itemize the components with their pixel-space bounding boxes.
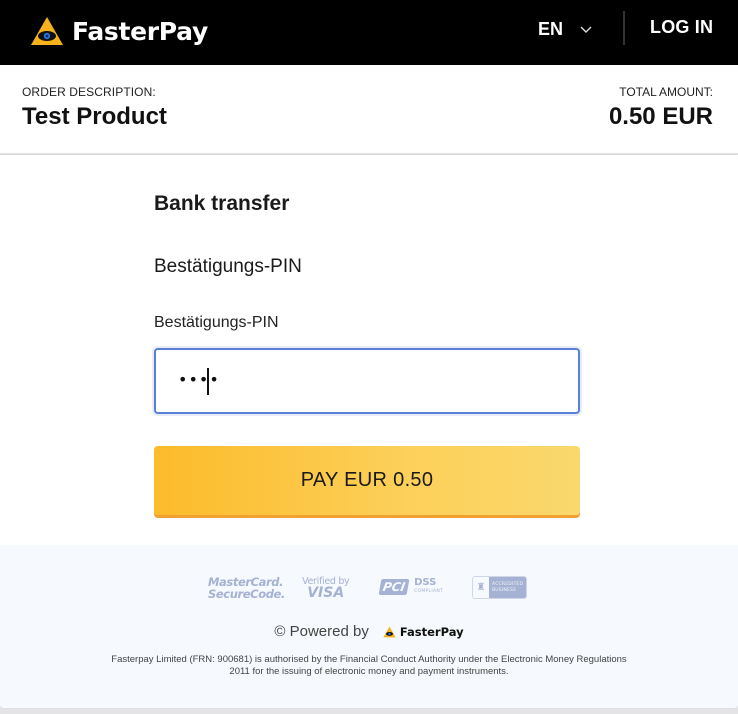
order-description-label: ORDER DESCRIPTION: [22,85,156,99]
security-badges: MasterCard. SecureCode. Verified by VISA… [0,575,738,603]
eye-triangle-icon [383,626,396,637]
payment-form: Bank transfer Bestätigungs-PIN Bestätigu… [0,155,738,545]
login-button[interactable]: LOG IN [650,17,713,38]
total-amount-value: 0.50 EUR [608,103,713,130]
brand-name: FasterPay [72,16,208,46]
pay-button[interactable]: PAY EUR 0.50 [154,446,580,515]
order-description-value: Test Product [22,103,167,130]
text-cursor [207,368,209,395]
mastercard-securecode-badge: MasterCard. SecureCode. [208,576,285,600]
dss-text: DSS COMPLIANT [414,578,443,596]
pin-field-label: Bestätigungs-PIN [154,314,279,331]
language-code: EN [538,18,564,39]
pin-section-heading: Bestätigungs-PIN [154,256,302,277]
pin-input[interactable]: •••• [154,348,580,414]
chevron-down-icon [580,26,592,33]
header-divider [623,11,625,45]
bbb-text: ACCREDITED BUSINESS [489,577,526,598]
pin-masked-value: •••• [178,370,220,389]
dss-label: DSS [414,577,437,588]
powered-by: © Powered by FasterPay [0,623,738,640]
pci-dss-badge: PCI DSS COMPLIANT [378,578,443,596]
mastercard-line2: SecureCode. [208,587,285,601]
eye-triangle-icon [31,17,63,45]
pci-logo: PCI [378,579,410,595]
legal-disclaimer: Fasterpay Limited (FRN: 900681) is autho… [111,654,627,677]
total-amount-label: TOTAL AMOUNT: [619,85,713,99]
fasterpay-logo[interactable]: FasterPay [30,12,208,50]
bbb-torch-icon: ♜ [473,577,489,598]
powered-by-brand: FasterPay [399,624,464,639]
bbb-accredited-badge: ♜ ACCREDITED BUSINESS [472,576,527,599]
verified-by-visa-badge: Verified by VISA [302,576,350,601]
language-selector[interactable]: EN [538,17,593,41]
footer: MasterCard. SecureCode. Verified by VISA… [0,545,738,709]
visa-line2: VISA [307,585,345,601]
powered-by-logo[interactable]: FasterPay [383,625,464,639]
order-summary: ORDER DESCRIPTION: Test Product TOTAL AM… [0,65,738,154]
top-navigation-bar: FasterPay EN LOG IN [0,0,738,65]
compliant-label: COMPLIANT [414,589,444,594]
bbb-line2: BUSINESS [492,588,517,593]
payment-method-title: Bank transfer [154,192,290,215]
powered-by-text: © Powered by [274,623,369,640]
